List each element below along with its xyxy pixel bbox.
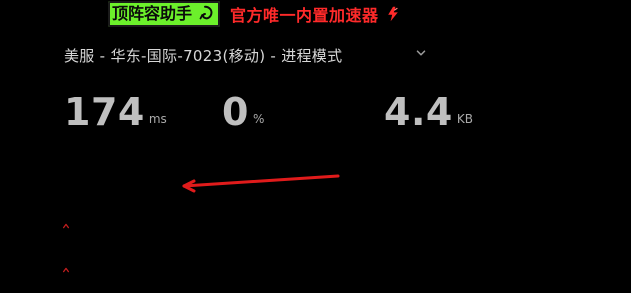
brand-badge: 顶阵容助手 <box>108 1 221 27</box>
top-banner: 顶阵容助手 官方唯一内置加速器 <box>108 0 401 28</box>
speed-value: 4.4 <box>384 90 453 134</box>
chevron-down-icon[interactable] <box>414 46 428 60</box>
brand-text: 顶阵容助手 <box>112 4 193 23</box>
packet-loss-value: 0 <box>222 90 249 134</box>
ping-value: 174 <box>64 90 145 134</box>
swirl-icon <box>199 5 213 20</box>
tagline-text: 官方唯一内置加速器 <box>230 6 379 25</box>
speed-metric: 4.4 KB <box>384 92 473 132</box>
caret-up-icon <box>62 223 70 229</box>
packet-loss-metric: 0 % <box>222 92 264 132</box>
bolt-icon <box>387 6 398 22</box>
packet-loss-unit: % <box>252 112 265 126</box>
route-text: 美服 - 华东-国际-7023(移动) - 进程模式 <box>64 46 343 65</box>
accelerator-window: 顶阵容助手 官方唯一内置加速器 美服 - 华东-国际-7023(移动) - 进程… <box>0 0 631 293</box>
tagline: 官方唯一内置加速器 <box>230 2 401 26</box>
ping-unit: ms <box>148 112 167 126</box>
caret-up-icon <box>62 267 70 273</box>
ping-metric: 174 ms <box>64 92 167 132</box>
route-selector[interactable]: 美服 - 华东-国际-7023(移动) - 进程模式 <box>64 44 464 66</box>
stats-row: 174 ms 0 % 4.4 KB <box>64 92 584 142</box>
speed-unit: KB <box>456 112 473 126</box>
red-arrow-icon <box>182 174 340 193</box>
